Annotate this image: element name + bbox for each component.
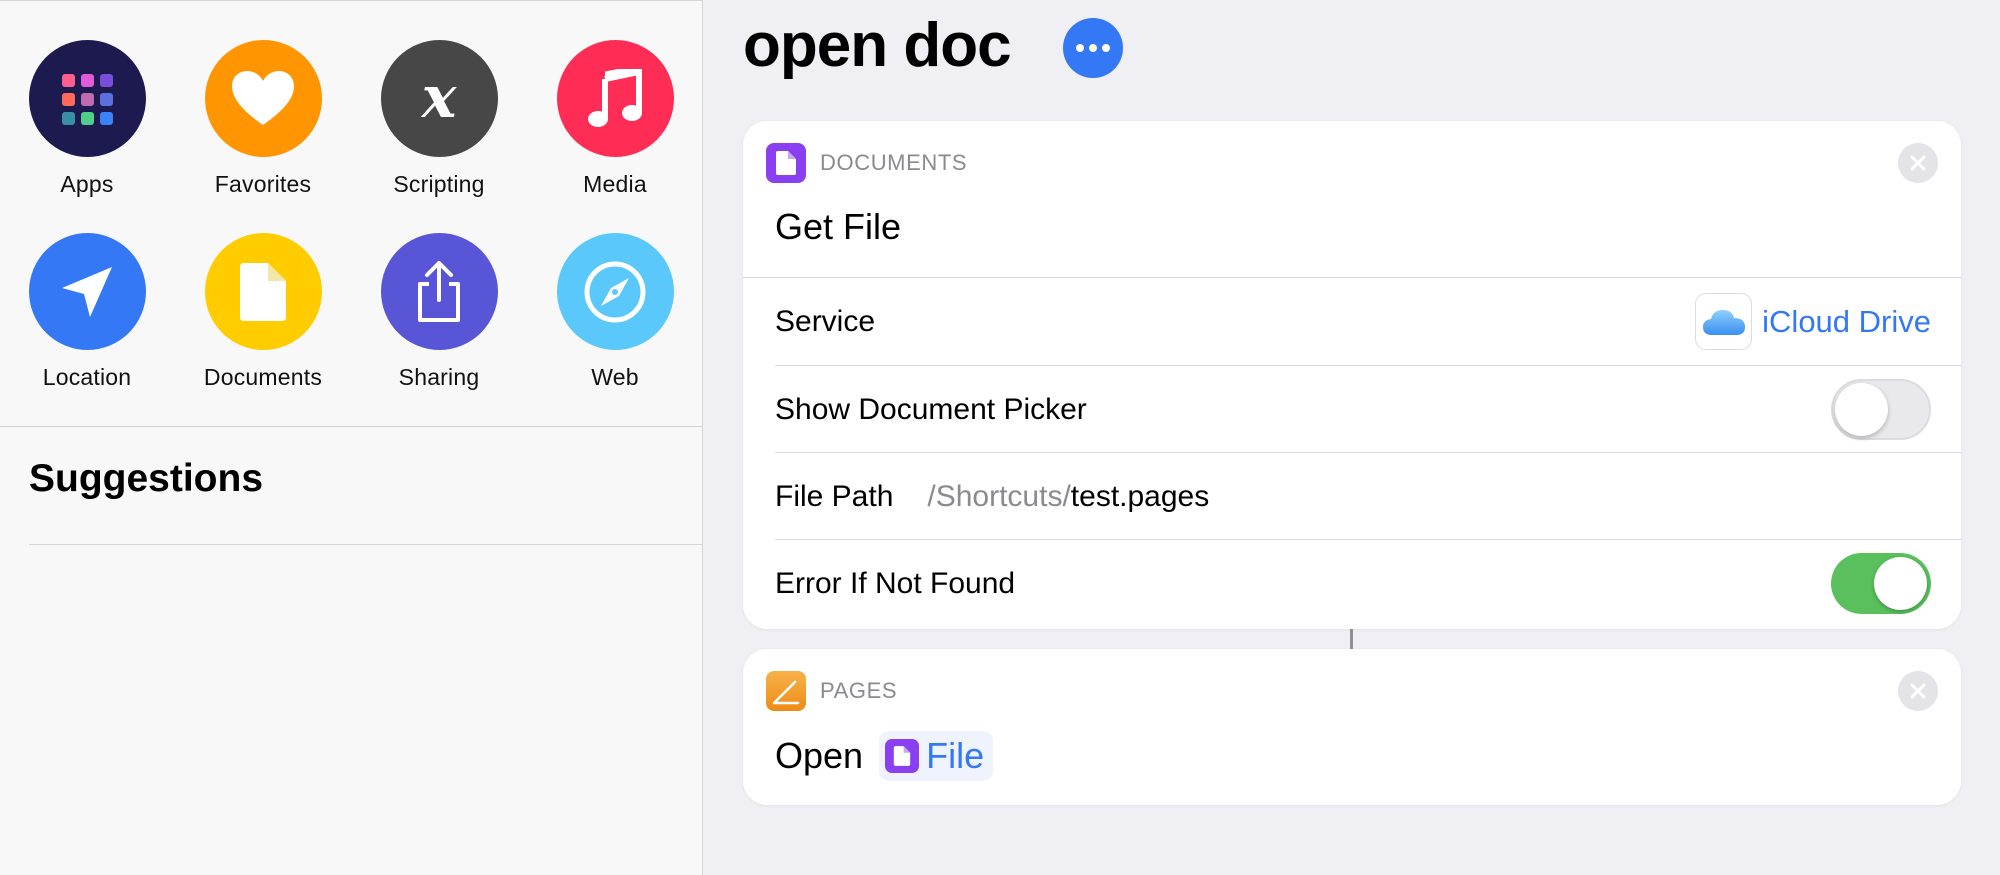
document-icon — [204, 233, 322, 350]
service-picker[interactable]: iCloud Drive — [1695, 293, 1931, 350]
show-document-picker-row: Show Document Picker — [775, 366, 1961, 453]
suggestions-heading: Suggestions — [29, 457, 264, 500]
close-icon — [1910, 683, 1926, 699]
svg-text:x: x — [420, 69, 458, 129]
document-icon — [766, 143, 806, 183]
ellipsis-dot — [1089, 44, 1097, 52]
action-card-get-file[interactable]: DOCUMENTS Get File Service iCloud Drive … — [743, 121, 1961, 629]
category-documents[interactable]: Documents — [188, 233, 338, 391]
category-label: Media — [583, 171, 647, 197]
remove-action-button[interactable] — [1898, 143, 1938, 183]
file-path-row[interactable]: File Path /Shortcuts/test.pages — [775, 453, 1961, 540]
toggle-knob — [1835, 383, 1888, 436]
category-web[interactable]: Web — [540, 233, 690, 391]
action-library-panel: Apps Favorites x Scripting Media Locatio… — [0, 0, 703, 875]
file-path-input[interactable]: test.pages — [1071, 480, 1209, 514]
more-options-button[interactable] — [1063, 18, 1123, 78]
category-apps[interactable]: Apps — [12, 40, 162, 198]
category-scripting[interactable]: x Scripting — [364, 40, 514, 198]
open-action-row: Open File — [775, 731, 994, 781]
category-media[interactable]: Media — [540, 40, 690, 198]
action-verb: Open — [775, 735, 864, 776]
file-variable-token[interactable]: File — [879, 731, 994, 781]
toggle-knob — [1874, 557, 1927, 610]
action-category-label: DOCUMENTS — [820, 150, 968, 175]
ellipsis-icon — [1076, 44, 1084, 52]
category-sharing[interactable]: Sharing — [364, 233, 514, 391]
show-document-picker-label: Show Document Picker — [775, 392, 1087, 426]
file-path-label: File Path — [775, 479, 894, 513]
service-value: iCloud Drive — [1762, 303, 1931, 339]
action-connector — [1350, 629, 1353, 649]
document-icon — [885, 739, 920, 773]
error-if-not-found-label: Error If Not Found — [775, 566, 1016, 600]
close-icon — [1910, 155, 1926, 171]
divider — [29, 544, 703, 545]
heart-icon — [204, 40, 322, 157]
action-header: DOCUMENTS — [766, 143, 967, 183]
category-label: Documents — [203, 364, 323, 390]
icloud-icon — [1695, 293, 1753, 350]
service-label: Service — [775, 304, 876, 338]
category-label: Favorites — [214, 171, 312, 197]
file-variable-label: File — [926, 735, 985, 776]
share-icon — [380, 233, 498, 350]
error-if-not-found-toggle[interactable] — [1831, 553, 1931, 614]
action-card-open-pages[interactable]: PAGES Open File — [743, 649, 1961, 805]
music-note-icon — [556, 40, 674, 157]
variable-x-icon: x — [380, 40, 498, 157]
compass-icon — [556, 233, 674, 350]
pages-app-icon — [766, 671, 806, 711]
location-arrow-icon — [28, 233, 146, 350]
category-grid: Apps Favorites x Scripting Media Locatio… — [0, 1, 703, 427]
apps-grid-icon — [28, 40, 146, 157]
remove-action-button[interactable] — [1898, 671, 1938, 711]
service-row[interactable]: Service iCloud Drive — [775, 278, 1961, 365]
error-if-not-found-row: Error If Not Found — [775, 540, 1961, 627]
category-location[interactable]: Location — [12, 233, 162, 391]
shortcut-title[interactable]: open doc — [743, 10, 1012, 81]
action-category-label: PAGES — [820, 678, 898, 703]
action-header: PAGES — [766, 671, 897, 711]
ellipsis-dot — [1102, 44, 1110, 52]
category-label: Scripting — [393, 171, 485, 197]
category-label: Sharing — [398, 364, 480, 390]
category-label: Web — [591, 364, 639, 390]
file-path-prefix: /Shortcuts/ — [927, 479, 1071, 513]
action-title: Get File — [775, 206, 902, 247]
category-favorites[interactable]: Favorites — [188, 40, 338, 198]
category-label: Location — [42, 364, 132, 390]
category-label: Apps — [60, 171, 114, 197]
show-document-picker-toggle[interactable] — [1831, 379, 1931, 440]
